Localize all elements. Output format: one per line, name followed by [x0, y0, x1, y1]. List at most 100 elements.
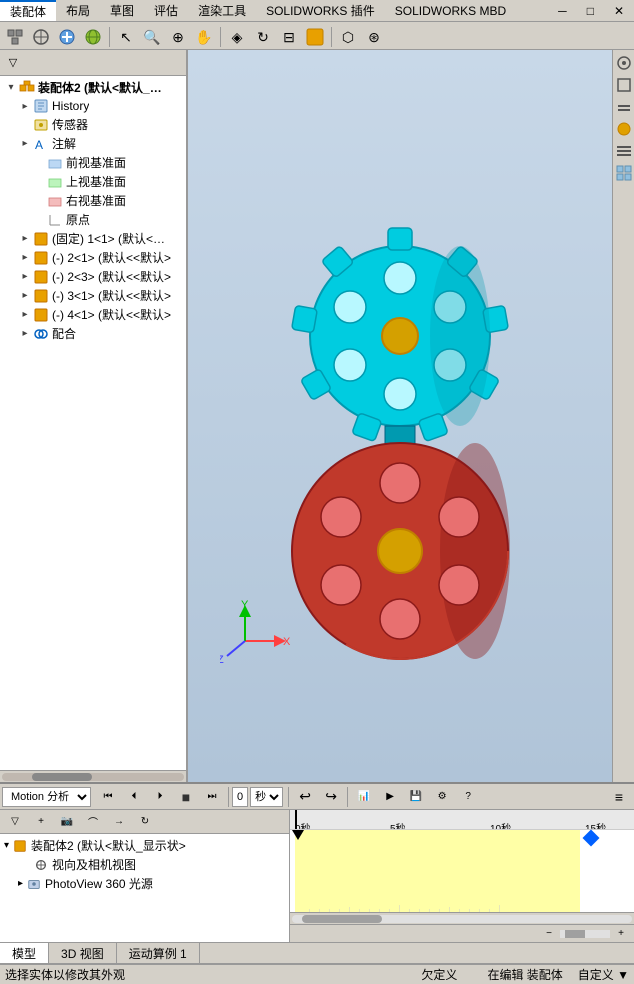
tree-part-1[interactable]: ▸ (固定) 1<1> (默认<<默>: [16, 229, 184, 248]
motion-play[interactable]: ⏵: [148, 785, 172, 809]
toolbar-pan-icon[interactable]: ✋: [192, 25, 216, 49]
toolbar-section-icon[interactable]: ⊟: [277, 25, 301, 49]
menu-minimize[interactable]: ─: [548, 0, 577, 21]
toolbar-plus-icon[interactable]: [55, 25, 79, 49]
tree-mate[interactable]: ▸ 配合: [16, 324, 184, 343]
timeline-keyframe[interactable]: [583, 830, 600, 847]
toolbar-view-icon[interactable]: ◈: [225, 25, 249, 49]
tree-annotation-label: 注解: [52, 135, 76, 152]
motion-torque[interactable]: ↻: [133, 810, 157, 834]
motion-tree-assembly[interactable]: ▾ 装配体2 (默认<默认_显示状>: [2, 836, 287, 855]
motion-spring[interactable]: ⌒: [81, 810, 105, 834]
timeline-tracks[interactable]: [290, 830, 634, 912]
tree-front-plane[interactable]: 前视基准面: [30, 153, 184, 172]
menu-layout[interactable]: 布局: [56, 0, 100, 21]
part-icon-3: [32, 269, 50, 285]
toolbar-rotate-icon[interactable]: ↻: [251, 25, 275, 49]
motion-tree-panel: ▽ + 📷 ⌒ → ↻ ▾ 装配体2 (默认<默认_显示状>: [0, 810, 290, 942]
tree-part-3[interactable]: ▸ (-) 2<3> (默认<<默认>: [16, 267, 184, 286]
vp-btn-5[interactable]: [614, 141, 634, 161]
motion-photoview[interactable]: ▸ PhotoView 360 光源: [16, 874, 287, 893]
motion-to-start[interactable]: ⏮: [96, 785, 120, 809]
toolbar-zoom-icon[interactable]: ⊕: [166, 25, 190, 49]
motion-export[interactable]: 💾: [404, 785, 428, 809]
tree-part-3-label: (-) 2<3> (默认<<默认>: [52, 268, 171, 285]
menu-render[interactable]: 渲染工具: [188, 0, 256, 21]
motion-next[interactable]: ⏭: [200, 785, 224, 809]
menu-sketch[interactable]: 草图: [100, 0, 144, 21]
toolbar-pattern-icon[interactable]: ⊛: [362, 25, 386, 49]
vp-btn-4[interactable]: [614, 119, 634, 139]
tree-right-plane[interactable]: 右视基准面: [30, 191, 184, 210]
status-right2[interactable]: 自定义 ▼: [578, 966, 629, 983]
motion-settings[interactable]: ⚙: [430, 785, 454, 809]
tree-top-plane-label: 上视基准面: [66, 173, 126, 190]
toolbar-cursor-icon[interactable]: ↖: [114, 25, 138, 49]
toolbar-display-icon[interactable]: [303, 25, 327, 49]
timeline-playhead[interactable]: [292, 830, 304, 840]
zoom-out-btn[interactable]: −: [541, 926, 557, 942]
toolbar-globe-icon[interactable]: [81, 25, 105, 49]
motion-force[interactable]: →: [107, 810, 131, 834]
menu-evaluate[interactable]: 评估: [144, 0, 188, 21]
toolbar-explode-icon[interactable]: [29, 25, 53, 49]
tree-scroll[interactable]: [0, 770, 186, 782]
tree-origin-label: 原点: [66, 211, 90, 228]
motion-left-toolbar: ▽ + 📷 ⌒ → ↻: [0, 810, 289, 834]
tab-model[interactable]: 模型: [0, 943, 49, 963]
motion-view[interactable]: 视向及相机视图: [16, 855, 287, 874]
annotation-icon: A: [32, 136, 50, 152]
plane-icon-2: [46, 174, 64, 190]
zoom-slider[interactable]: [560, 930, 610, 938]
motion-time-value: 0: [237, 791, 243, 803]
part-icon-2: [32, 250, 50, 266]
motion-simulate[interactable]: ▶: [378, 785, 402, 809]
motion-help[interactable]: ?: [456, 785, 480, 809]
vp-btn-2[interactable]: [614, 75, 634, 95]
motion-camera[interactable]: 📷: [55, 810, 79, 834]
motion-filter[interactable]: ▽: [3, 810, 27, 834]
toolbar-assembly-icon[interactable]: [3, 25, 27, 49]
tab-3d-view[interactable]: 3D 视图: [49, 943, 117, 963]
tree-part-5-label: (-) 4<1> (默认<<默认>: [52, 306, 171, 323]
tree-part-2-label: (-) 2<1> (默认<<默认>: [52, 249, 171, 266]
motion-chart[interactable]: 📊: [352, 785, 376, 809]
motion-prev[interactable]: ⏴: [122, 785, 146, 809]
vp-btn-3[interactable]: [614, 97, 634, 117]
motion-assembly-icon: [11, 838, 29, 854]
menu-close[interactable]: ✕: [604, 0, 634, 21]
sensor-icon: [32, 117, 50, 133]
tree-history[interactable]: ▸ History: [16, 97, 184, 115]
menu-sw-mbd[interactable]: SOLIDWORKS MBD: [385, 0, 516, 21]
timeline-hscroll[interactable]: [290, 912, 634, 924]
toolbar-mate-icon[interactable]: ⬡: [336, 25, 360, 49]
menu-restore[interactable]: □: [577, 0, 604, 21]
vp-btn-6[interactable]: [614, 163, 634, 183]
motion-reverse[interactable]: ↪: [319, 785, 343, 809]
vp-btn-1[interactable]: [614, 53, 634, 73]
tree-root[interactable]: ▾ 装配体2 (默认<默认_显示>: [2, 78, 184, 97]
filter-icon[interactable]: ▽: [3, 53, 23, 73]
motion-pv-label: PhotoView 360 光源: [45, 875, 153, 892]
motion-expand[interactable]: ≡: [607, 785, 631, 809]
tree-origin[interactable]: 原点: [30, 210, 184, 229]
zoom-in-btn[interactable]: +: [613, 926, 629, 942]
tree-part-5[interactable]: ▸ (-) 4<1> (默认<<默认>: [16, 305, 184, 324]
motion-add[interactable]: +: [29, 810, 53, 834]
motion-stop[interactable]: ■: [174, 785, 198, 809]
3d-viewport[interactable]: X Y Z: [188, 50, 634, 782]
tree-top-plane[interactable]: 上视基准面: [30, 172, 184, 191]
tree-part-1-label: (固定) 1<1> (默认<<默>: [52, 230, 172, 247]
timeline-mark-15: 15秒: [585, 820, 606, 831]
menu-assembly[interactable]: 装配体: [0, 0, 56, 21]
tab-motion-1[interactable]: 运动算例 1: [117, 943, 200, 963]
tree-part-2[interactable]: ▸ (-) 2<1> (默认<<默认>: [16, 248, 184, 267]
menu-sw-plugin[interactable]: SOLIDWORKS 插件: [256, 0, 385, 21]
tree-sensor[interactable]: 传感器: [16, 115, 184, 134]
tree-right-plane-label: 右视基准面: [66, 192, 126, 209]
tree-part-4[interactable]: ▸ (-) 3<1> (默认<<默认>: [16, 286, 184, 305]
timeline-cursor[interactable]: [295, 810, 297, 829]
toolbar-search-icon[interactable]: 🔍: [140, 25, 164, 49]
tree-annotation[interactable]: ▸ A 注解: [16, 134, 184, 153]
motion-loop[interactable]: ↩: [293, 785, 317, 809]
